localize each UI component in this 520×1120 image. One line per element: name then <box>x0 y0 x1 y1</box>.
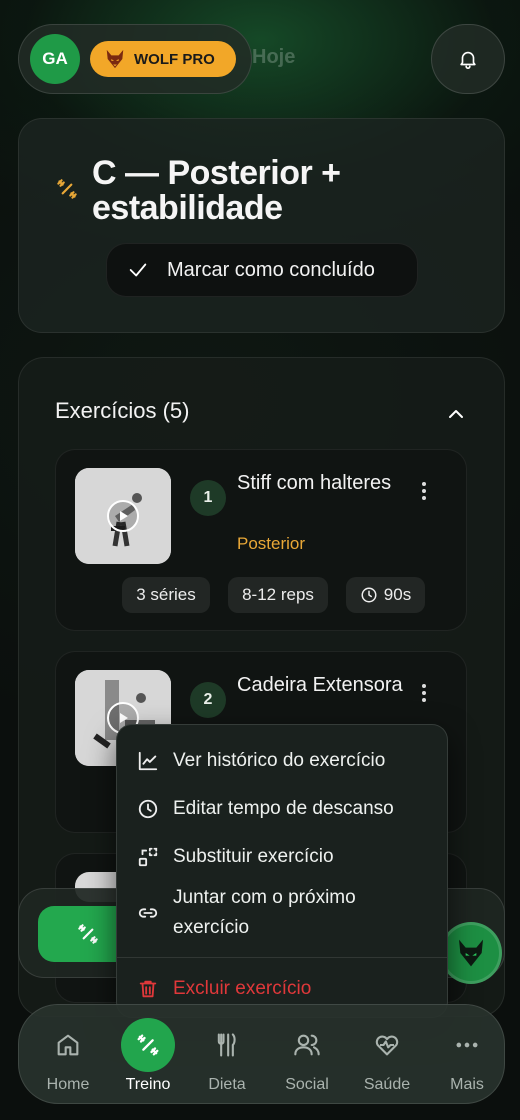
nav-item-mais[interactable]: Mais <box>427 1018 507 1098</box>
nav-label: Treino <box>125 1076 171 1093</box>
header-title-fragment: Hoje <box>252 46 296 68</box>
rest-value: 90s <box>383 585 412 604</box>
nav-item-social[interactable]: Social <box>267 1018 347 1098</box>
play-icon[interactable] <box>107 500 139 532</box>
exercise-muscle: Posterior <box>237 534 306 553</box>
menu-item-merge[interactable]: Juntar com o próximo exercício <box>117 883 447 943</box>
chart-line-icon <box>137 750 159 772</box>
assistant-button[interactable] <box>440 922 502 984</box>
menu-item-label: Substituir exercício <box>173 846 334 867</box>
users-icon <box>280 1018 334 1072</box>
swap-icon <box>137 846 159 868</box>
bell-icon <box>457 48 479 70</box>
avatar[interactable]: GA <box>30 34 80 84</box>
nav-item-dieta[interactable]: Dieta <box>187 1018 267 1098</box>
chevron-up-icon[interactable] <box>444 402 468 426</box>
dumbbell-icon <box>121 1018 175 1072</box>
menu-divider <box>117 957 447 958</box>
dumbbell-icon <box>54 176 80 202</box>
dumbbell-icon <box>75 921 101 947</box>
check-icon <box>127 259 149 281</box>
exercise-name: Stiff com halteres <box>237 472 392 494</box>
pro-badge-label: WOLF PRO <box>134 50 215 68</box>
exercise-number: 1 <box>190 480 226 516</box>
cutlery-icon <box>200 1018 254 1072</box>
menu-item-label: Juntar com o próximo exercício <box>173 887 356 938</box>
link-icon <box>137 902 159 924</box>
exercise-name: Cadeira Extensora <box>237 674 403 696</box>
nav-label: Home <box>46 1076 90 1093</box>
menu-item-label: Excluir exercício <box>173 978 312 999</box>
exercise-context-menu: Ver histórico do exercício Editar tempo … <box>116 724 448 1018</box>
workout-title: C — Posterior + estabilidade <box>92 154 341 227</box>
nav-item-home[interactable]: Home <box>28 1018 108 1098</box>
clock-icon <box>360 586 378 604</box>
menu-item-label: Editar tempo de descanso <box>173 798 394 819</box>
pro-badge[interactable]: WOLF PRO <box>90 41 236 77</box>
mark-complete-label: Marcar como concluído <box>167 258 375 281</box>
sets-chip: 3 séries <box>122 577 210 613</box>
nav-label: Dieta <box>208 1076 246 1093</box>
nav-label: Mais <box>450 1076 484 1093</box>
nav-item-treino[interactable]: Treino <box>108 1018 188 1098</box>
wolf-logo-icon <box>455 937 487 969</box>
reps-chip: 8-12 reps <box>228 577 328 613</box>
more-icon <box>440 1018 494 1072</box>
rest-chip: 90s <box>346 577 425 613</box>
nav-label: Social <box>285 1076 329 1093</box>
home-icon <box>41 1018 95 1072</box>
heart-pulse-icon <box>360 1018 414 1072</box>
more-vertical-icon[interactable] <box>412 681 436 705</box>
menu-item-edit-rest[interactable]: Editar tempo de descanso <box>117 785 447 833</box>
nav-label: Saúde <box>363 1076 411 1093</box>
more-vertical-icon[interactable] <box>412 479 436 503</box>
menu-item-label: Ver histórico do exercício <box>173 750 386 771</box>
mark-complete-button[interactable]: Marcar como concluído <box>106 243 418 297</box>
clock-icon <box>137 798 159 820</box>
exercise-number: 2 <box>190 682 226 718</box>
trash-icon <box>137 978 159 1000</box>
menu-item-replace[interactable]: Substituir exercício <box>117 833 447 881</box>
exercises-heading: Exercícios (5) <box>55 398 190 423</box>
wolf-logo-icon <box>104 48 126 70</box>
notifications-button[interactable] <box>431 24 505 94</box>
nav-item-saude[interactable]: Saúde <box>347 1018 427 1098</box>
menu-item-history[interactable]: Ver histórico do exercício <box>117 737 447 785</box>
